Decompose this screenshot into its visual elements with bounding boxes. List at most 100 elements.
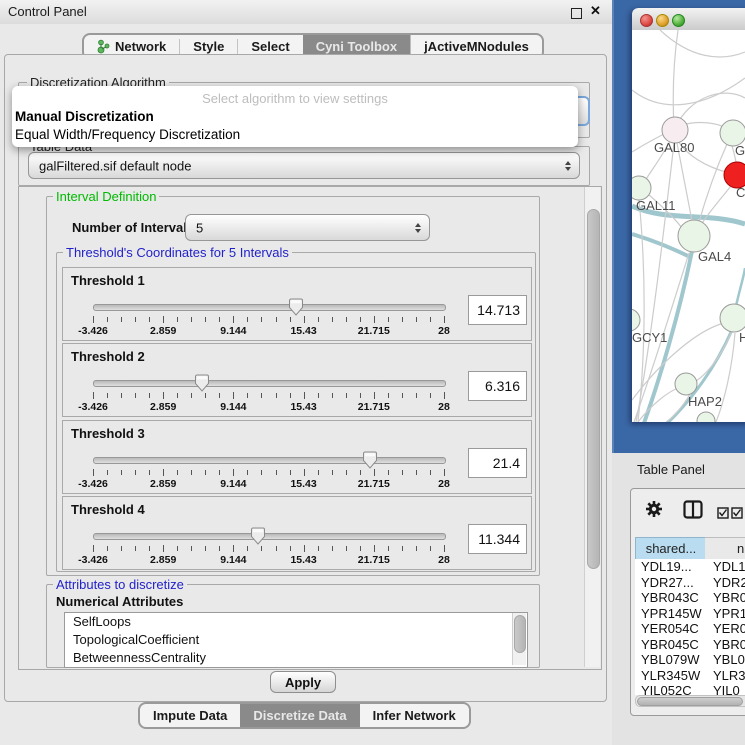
tick-mark — [374, 545, 375, 552]
tick-mark — [402, 317, 403, 322]
network-node[interactable] — [632, 176, 651, 200]
slider-track[interactable] — [93, 380, 446, 387]
slider-track[interactable] — [93, 533, 446, 540]
tick-label: 21.715 — [358, 478, 390, 490]
threshold-value-field[interactable]: 14.713 — [468, 295, 527, 325]
tick-mark — [374, 316, 375, 323]
table-data-combo[interactable]: galFiltered.sif default node — [28, 152, 580, 179]
split-columns-icon[interactable] — [683, 500, 703, 519]
tab-infer-network[interactable]: Infer Network — [360, 704, 469, 727]
slider-track[interactable] — [93, 304, 446, 311]
tick-label: -3.426 — [78, 325, 108, 337]
attribute-list-item[interactable]: SelfLoops — [65, 613, 527, 631]
tick-label: 15.43 — [290, 554, 316, 566]
slider-track[interactable] — [93, 457, 446, 464]
tick-mark — [290, 317, 291, 322]
network-node[interactable] — [675, 373, 697, 395]
dropdown-option-equal-width[interactable]: Equal Width/Frequency Discretization — [15, 127, 240, 142]
table-row[interactable]: YBL079WYBL0 — [635, 652, 745, 668]
slider-thumb[interactable] — [250, 527, 266, 545]
network-node[interactable] — [697, 412, 715, 422]
apply-button[interactable]: Apply — [270, 671, 336, 693]
vertical-scrollbar-thumb[interactable] — [587, 209, 600, 569]
tick-mark — [219, 393, 220, 398]
minimize-traffic-light[interactable] — [656, 14, 669, 27]
tick-label: 28 — [438, 554, 450, 566]
tab-impute-data[interactable]: Impute Data — [140, 704, 240, 727]
tick-mark — [332, 317, 333, 322]
table-row[interactable]: YDL19... YDL1 — [635, 559, 745, 575]
tick-mark — [304, 316, 305, 323]
tick-mark — [416, 317, 417, 322]
threshold-value-field[interactable]: 21.4 — [468, 448, 527, 478]
thresholds-group-label: Threshold's Coordinates for 5 Intervals — [63, 245, 292, 260]
network-window-titlebar[interactable] — [632, 8, 745, 31]
vertical-scrollbar[interactable] — [584, 187, 600, 667]
horizontal-scrollbar[interactable] — [635, 695, 745, 707]
network-edge[interactable] — [699, 144, 727, 222]
network-node[interactable] — [632, 309, 640, 331]
network-node[interactable] — [720, 304, 745, 332]
checkbox-icons[interactable] — [717, 507, 745, 519]
network-edge[interactable] — [736, 268, 745, 306]
table-row[interactable]: YBR045CYBR0 — [635, 637, 745, 653]
tick-mark — [135, 546, 136, 551]
tab-discretize-data[interactable]: Discretize Data — [240, 704, 359, 727]
tick-mark — [416, 546, 417, 551]
dropdown-prompt: Select algorithm to view settings — [12, 91, 578, 106]
column-header-name[interactable]: n — [705, 537, 745, 560]
horizontal-scrollbar-thumb[interactable] — [637, 697, 743, 706]
threshold-value-field[interactable]: 6.316 — [468, 371, 527, 401]
network-edge[interactable] — [666, 394, 690, 422]
tick-mark — [261, 546, 262, 551]
num-intervals-combo[interactable]: 5 — [185, 214, 430, 241]
network-node[interactable] — [678, 220, 710, 252]
attributes-listbox[interactable]: SelfLoopsTopologicalCoefficientBetweenne… — [64, 612, 528, 668]
network-canvas[interactable]: GAL80GCGAL11GAL4GCY1HHAP2 — [632, 30, 745, 422]
table-panel-title: Table Panel — [637, 462, 705, 477]
dropdown-option-manual[interactable]: Manual Discretization — [15, 109, 154, 124]
network-edge[interactable] — [632, 78, 745, 105]
network-edge[interactable] — [673, 30, 678, 128]
column-header-shared-name[interactable]: shared... — [635, 537, 707, 560]
combo-spinner-icon — [415, 223, 421, 233]
name-cell: YDL1 — [713, 559, 745, 574]
network-window: GAL80GCGAL11GAL4GCY1HHAP2 — [632, 8, 745, 422]
tick-mark — [430, 317, 431, 322]
table-row[interactable]: YLR345WYLR3 — [635, 668, 745, 684]
numerical-attributes-label: Numerical Attributes — [56, 594, 183, 609]
control-panel-title: Control Panel — [8, 4, 87, 19]
slider-thumb[interactable] — [288, 298, 304, 316]
table-row[interactable]: YBR043CYBR0 — [635, 590, 745, 606]
shared-name-cell: YIL052C — [641, 683, 692, 695]
attribute-list-item[interactable]: TopologicalCoefficient — [65, 631, 527, 649]
table-row[interactable]: YER054CYER0 — [635, 621, 745, 637]
gear-icon[interactable] — [645, 500, 663, 518]
table-row[interactable]: YIL052CYIL0 — [635, 683, 745, 695]
tick-mark — [360, 546, 361, 551]
close-icon[interactable]: ✕ — [590, 3, 601, 19]
slider-thumb[interactable] — [194, 374, 210, 392]
num-intervals-label: Number of Intervals — [72, 220, 194, 235]
shared-name-cell: YDL19... — [641, 559, 692, 574]
list-scrollbar[interactable] — [512, 613, 526, 665]
table-row[interactable]: YPR145WYPR1 — [635, 606, 745, 622]
shared-name-cell: YLR345W — [641, 668, 700, 683]
close-traffic-light[interactable] — [640, 14, 653, 27]
tick-mark — [304, 469, 305, 476]
table-body: YDL19... YDL1YDR27...YDR2YBR043CYBR0YPR14… — [635, 559, 745, 695]
tick-mark — [388, 546, 389, 551]
tick-label: -3.426 — [78, 401, 108, 413]
float-window-icon[interactable] — [571, 8, 582, 19]
shared-name-cell: YBL079W — [641, 652, 700, 667]
slider-thumb[interactable] — [362, 451, 378, 469]
threshold-panel: Threshold 3 -3.4262.8599.14415.4321.7152… — [62, 420, 532, 494]
network-edge[interactable] — [660, 30, 745, 57]
tick-label: 15.43 — [290, 478, 316, 490]
zoom-traffic-light[interactable] — [672, 14, 685, 27]
tick-mark — [247, 317, 248, 322]
list-scrollbar-thumb[interactable] — [514, 615, 526, 653]
table-row[interactable]: YDR27...YDR2 — [635, 575, 745, 591]
attribute-list-item[interactable]: BetweennessCentrality — [65, 649, 527, 667]
threshold-value-field[interactable]: 11.344 — [468, 524, 527, 554]
